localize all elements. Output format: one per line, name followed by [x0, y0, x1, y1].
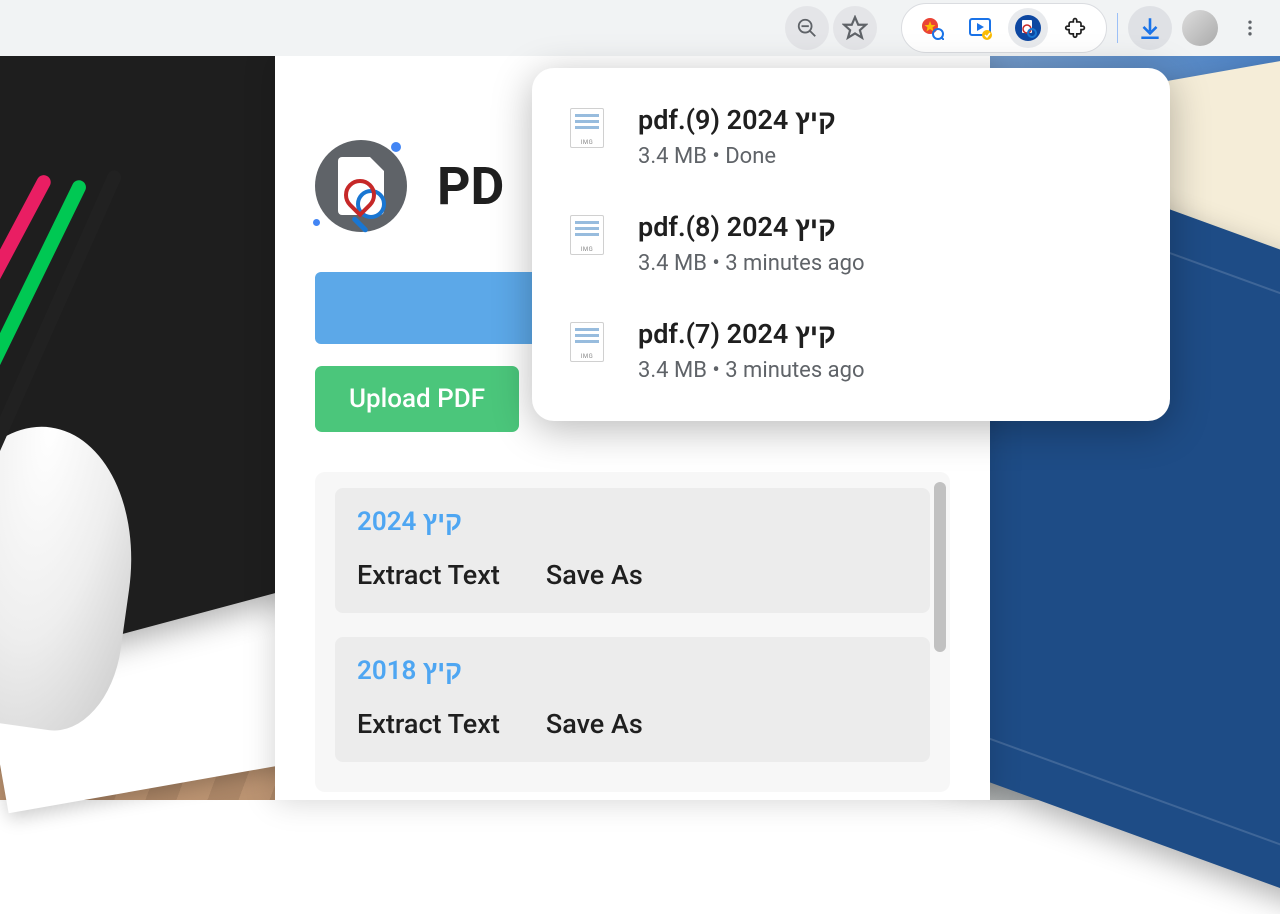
app-logo [315, 140, 407, 232]
extensions-puzzle-icon[interactable] [1056, 8, 1096, 48]
download-item[interactable]: pdf.(9) 2024 קיץ 3.4 MB • Done [532, 88, 1170, 195]
downloads-button[interactable] [1128, 6, 1172, 50]
extension-3-pdf-icon[interactable] [1008, 8, 1048, 48]
download-filename: pdf.(9) 2024 קיץ [638, 104, 1140, 136]
file-list: קיץ 2024 Extract Text Save As קיץ 2018 E… [315, 472, 950, 792]
extract-text-button[interactable]: Extract Text [357, 559, 500, 591]
download-filename: pdf.(8) 2024 קיץ [638, 211, 1140, 243]
bookmark-star-button[interactable] [833, 6, 877, 50]
zoom-out-button[interactable] [785, 6, 829, 50]
save-as-button[interactable]: Save As [546, 559, 643, 591]
extension-group [901, 3, 1107, 53]
save-as-button[interactable]: Save As [546, 708, 643, 740]
download-item[interactable]: pdf.(8) 2024 קיץ 3.4 MB • 3 minutes ago [532, 195, 1170, 302]
extension-2-icon[interactable] [960, 8, 1000, 48]
profile-avatar[interactable] [1182, 10, 1218, 46]
downloads-popup: pdf.(9) 2024 קיץ 3.4 MB • Done pdf.(8) 2… [532, 68, 1170, 421]
extension-1-icon[interactable] [912, 8, 952, 48]
file-card-title[interactable]: קיץ 2018 [357, 655, 908, 686]
download-meta: 3.4 MB • 3 minutes ago [638, 251, 1140, 276]
upload-pdf-button[interactable]: Upload PDF [315, 366, 519, 432]
download-filename: pdf.(7) 2024 קיץ [638, 318, 1140, 350]
chrome-menu-icon[interactable] [1228, 6, 1272, 50]
extract-text-button[interactable]: Extract Text [357, 708, 500, 740]
file-card: קיץ 2018 Extract Text Save As [335, 637, 930, 762]
file-thumb-icon [570, 108, 604, 148]
download-meta: 3.4 MB • 3 minutes ago [638, 358, 1140, 383]
download-meta: 3.4 MB • Done [638, 144, 1140, 169]
app-title: PD [437, 156, 504, 217]
browser-toolbar [0, 0, 1280, 56]
download-item[interactable]: pdf.(7) 2024 קיץ 3.4 MB • 3 minutes ago [532, 302, 1170, 409]
scrollbar-thumb[interactable] [934, 482, 946, 652]
file-thumb-icon [570, 322, 604, 362]
toolbar-divider [1117, 13, 1118, 43]
file-card-title[interactable]: קיץ 2024 [357, 506, 908, 537]
file-thumb-icon [570, 215, 604, 255]
file-card: קיץ 2024 Extract Text Save As [335, 488, 930, 613]
